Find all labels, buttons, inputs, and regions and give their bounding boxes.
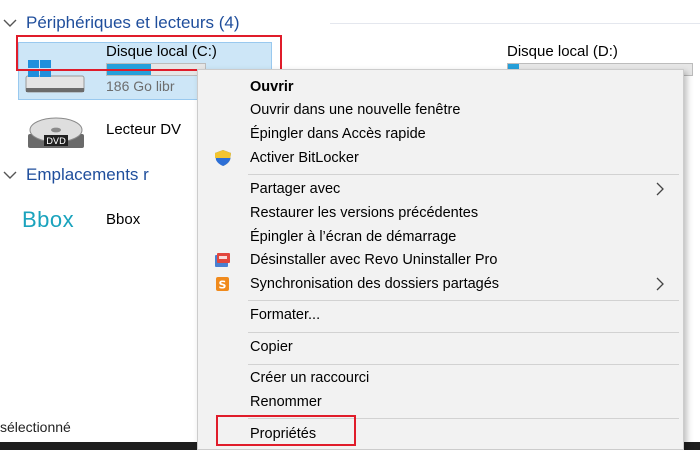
menu-item-restore-versions-label: Restaurer les versions précédentes	[250, 205, 479, 221]
drive-c-free-space: 186 Go libr	[106, 78, 175, 94]
svg-text:S: S	[219, 279, 227, 292]
menu-item-pin-quick-access[interactable]: Épingler dans Accès rapide	[198, 122, 683, 146]
chevron-down-icon	[3, 19, 17, 27]
menu-separator	[248, 300, 679, 301]
dvd-drive-icon: DVD	[28, 117, 84, 148]
menu-item-create-shortcut[interactable]: Créer un raccourci	[198, 366, 683, 390]
chevron-right-icon	[656, 182, 664, 196]
menu-item-pin-start-label: Épingler à l’écran de démarrage	[250, 229, 457, 245]
menu-item-create-shortcut-label: Créer un raccourci	[250, 370, 370, 386]
menu-item-revo-uninstall-label: Désinstaller avec Revo Uninstaller Pro	[250, 252, 498, 268]
devices-section-divider	[330, 23, 700, 24]
sync-folders-icon: S	[216, 277, 229, 292]
locations-section-title: Emplacements r	[26, 165, 149, 184]
menu-item-sync-shared-folders-label: Synchronisation des dossiers partagés	[250, 276, 500, 292]
status-bar-selection: sélectionné	[0, 419, 71, 435]
chevron-down-icon	[3, 171, 17, 179]
menu-item-bitlocker[interactable]: Activer BitLocker	[198, 146, 683, 170]
menu-item-sync-shared-folders[interactable]: S Synchronisation des dossiers partagés	[198, 272, 683, 296]
menu-separator	[248, 364, 679, 365]
chevron-right-icon	[656, 277, 664, 291]
menu-item-open-label: Ouvrir	[250, 79, 294, 95]
bbox-location-name[interactable]: Bbox	[106, 211, 140, 228]
locations-section-header[interactable]: Emplacements r	[2, 164, 149, 186]
menu-item-open[interactable]: Ouvrir	[198, 75, 683, 99]
menu-item-pin-start[interactable]: Épingler à l’écran de démarrage	[198, 225, 683, 249]
dvd-icon-label: DVD	[46, 137, 66, 147]
menu-separator	[248, 174, 679, 175]
highlight-properties	[216, 415, 356, 446]
devices-section-header[interactable]: Périphériques et lecteurs (4)	[2, 12, 240, 34]
menu-separator	[248, 332, 679, 333]
menu-item-format-label: Formater...	[250, 307, 321, 323]
menu-item-open-new-window-label: Ouvrir dans une nouvelle fenêtre	[250, 102, 461, 118]
menu-item-revo-uninstall[interactable]: Désinstaller avec Revo Uninstaller Pro	[198, 248, 683, 272]
menu-item-rename-label: Renommer	[250, 394, 322, 410]
menu-item-copy-label: Copier	[250, 339, 293, 355]
shield-icon	[215, 150, 231, 166]
highlight-drive-c	[16, 35, 282, 71]
menu-item-share-with[interactable]: Partager avec	[198, 177, 683, 201]
menu-item-bitlocker-label: Activer BitLocker	[250, 150, 359, 166]
devices-section-title: Périphériques et lecteurs (4)	[26, 13, 240, 32]
drive-d-name[interactable]: Disque local (D:)	[507, 43, 618, 60]
menu-item-rename[interactable]: Renommer	[198, 390, 683, 414]
menu-item-share-with-label: Partager avec	[250, 181, 341, 197]
dvd-drive-name[interactable]: Lecteur DV	[106, 121, 181, 138]
menu-item-copy[interactable]: Copier	[198, 335, 683, 359]
menu-item-restore-versions[interactable]: Restaurer les versions précédentes	[198, 201, 683, 225]
revo-uninstaller-icon	[215, 253, 230, 267]
menu-item-pin-quick-access-label: Épingler dans Accès rapide	[250, 126, 426, 142]
context-menu: Ouvrir Ouvrir dans une nouvelle fenêtre …	[197, 69, 684, 450]
menu-item-format[interactable]: Formater...	[198, 303, 683, 327]
bbox-logo: Bbox	[22, 207, 75, 232]
menu-item-open-new-window[interactable]: Ouvrir dans une nouvelle fenêtre	[198, 98, 683, 122]
